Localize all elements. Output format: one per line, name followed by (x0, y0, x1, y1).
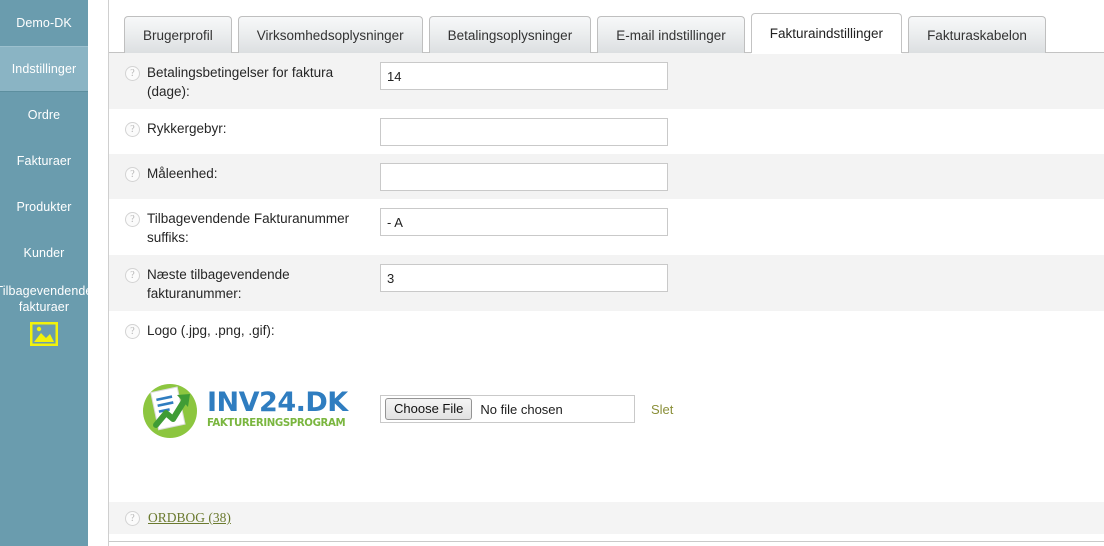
sidebar-item-demo-dk[interactable]: Demo-DK (0, 0, 88, 46)
help-icon[interactable]: ? (125, 167, 140, 182)
form-row-logo-label: ? Logo (.jpg, .png, .gif): (109, 311, 1104, 349)
form-label-cell: ? Næste tilbagevendende fakturanummer: (125, 263, 380, 303)
sidebar-item-tilbagevendende-fakturaer[interactable]: Tilbagevendende fakturaer (0, 276, 92, 322)
tab-bar: Brugerprofil Virksomhedsoplysninger Beta… (109, 0, 1104, 54)
logo-preview: INV24.DK FAKTURERINGSPROGRAM (125, 378, 380, 440)
logo-upload-row: INV24.DK FAKTURERINGSPROGRAM Choose File… (109, 349, 1104, 469)
next-recurring-invoice-number-input[interactable] (380, 264, 668, 292)
sidebar-item-label: Indstillinger (11, 61, 77, 76)
payment-terms-days-input[interactable] (380, 62, 668, 90)
form-label: Betalingsbetingelser for faktura (dage): (147, 65, 334, 99)
form-label-cell: ? Betalingsbetingelser for faktura (dage… (125, 61, 380, 101)
tab-label: Betalingsoplysninger (447, 27, 573, 43)
recurring-invoice-suffix-input[interactable] (380, 208, 668, 236)
form-label: Måleenhed: (147, 166, 218, 181)
tab-brugerprofil[interactable]: Brugerprofil (124, 16, 232, 53)
sidebar-item-label: Produkter (16, 199, 72, 214)
form-label-cell: ? Tilbagevendende Fakturanummer suffiks: (125, 207, 380, 247)
tab-label: E-mail indstillinger (616, 27, 726, 43)
sidebar-item-label: Fakturaer (16, 153, 72, 168)
unit-of-measure-input[interactable] (380, 163, 668, 191)
sidebar-item-label: Kunder (23, 245, 65, 260)
help-icon[interactable]: ? (125, 66, 140, 81)
tab-fakturaskabelon[interactable]: Fakturaskabelon (908, 16, 1046, 53)
form-label: Tilbagevendende Fakturanummer suffiks: (147, 211, 350, 245)
sidebar: Demo-DK Indstillinger Ordre Fakturaer Pr… (0, 0, 92, 546)
form-row-recurring-invoice-suffix: ? Tilbagevendende Fakturanummer suffiks: (109, 199, 1104, 255)
form-row-next-recurring-invoice-number: ? Næste tilbagevendende fakturanummer: (109, 255, 1104, 311)
form-label: Rykkergebyr: (147, 121, 227, 136)
sidebar-item-indstillinger[interactable]: Indstillinger (0, 46, 88, 92)
form-row-payment-terms: ? Betalingsbetingelser for faktura (dage… (109, 53, 1104, 109)
form-label-cell: ? Måleenhed: (125, 162, 380, 183)
logo-subtitle: FAKTURERINGSPROGRAM (207, 417, 346, 429)
sidebar-item-label: Tilbagevendende fakturaer (0, 284, 93, 314)
file-input-wrapper[interactable]: Choose File No file chosen (380, 395, 635, 423)
reminder-fee-input[interactable] (380, 118, 668, 146)
help-icon[interactable]: ? (125, 212, 140, 227)
sidebar-item-label: Ordre (27, 107, 61, 122)
sidebar-item-label: Demo-DK (16, 15, 72, 30)
broken-image-icon (0, 322, 88, 346)
form-label-cell: ? Rykkergebyr: (125, 117, 380, 138)
form-row-reminder-fee: ? Rykkergebyr: (109, 109, 1104, 154)
file-status-text: No file chosen (480, 401, 563, 417)
ordbog-row: ? ORDBOG (38) (109, 502, 1104, 534)
inv24-logo: INV24.DK FAKTURERINGSPROGRAM (139, 378, 350, 440)
logo-wordmark: INV24.DK FAKTURERINGSPROGRAM (207, 387, 350, 430)
help-icon[interactable]: ? (125, 122, 140, 137)
tab-label: Virksomhedsoplysninger (256, 27, 404, 43)
form-field-cell (380, 263, 1104, 292)
form-label: Næste tilbagevendende fakturanummer: (147, 267, 290, 301)
logo-graphic-icon (139, 378, 201, 440)
delete-logo-link[interactable]: Slet (651, 402, 673, 417)
help-icon[interactable]: ? (125, 324, 140, 339)
tab-email-indstillinger[interactable]: E-mail indstillinger (597, 16, 745, 53)
tab-betalingsoplysninger[interactable]: Betalingsoplysninger (428, 16, 592, 53)
choose-file-button[interactable]: Choose File (385, 398, 473, 420)
sidebar-item-ordre[interactable]: Ordre (0, 92, 88, 138)
form-field-cell (380, 207, 1104, 236)
form-field-cell (380, 117, 1104, 146)
tab-label: Brugerprofil (143, 27, 213, 43)
form-field-cell (380, 61, 1104, 90)
help-icon[interactable]: ? (125, 510, 140, 526)
tab-label: Fakturaindstillinger (769, 26, 884, 41)
logo-title: INV24.DK (207, 387, 348, 418)
tab-virksomhedsoplysninger[interactable]: Virksomhedsoplysninger (237, 16, 423, 53)
form-field-cell (380, 162, 1104, 191)
help-icon[interactable]: ? (125, 268, 140, 283)
logo-file-upload: Choose File No file chosen Slet (380, 395, 673, 423)
invoice-settings-form: ? Betalingsbetingelser for faktura (dage… (109, 53, 1104, 469)
app-window: Demo-DK Indstillinger Ordre Fakturaer Pr… (0, 0, 1104, 546)
form-label-cell: ? Logo (.jpg, .png, .gif): (125, 319, 380, 340)
main-content-panel: Brugerprofil Virksomhedsoplysninger Beta… (108, 0, 1104, 546)
footer-divider (109, 541, 1104, 542)
sidebar-content-gap (88, 0, 108, 546)
ordbog-link[interactable]: ORDBOG (38) (148, 510, 231, 526)
form-row-unit-of-measure: ? Måleenhed: (109, 154, 1104, 199)
form-label: Logo (.jpg, .png, .gif): (147, 323, 275, 338)
sidebar-item-produkter[interactable]: Produkter (0, 184, 88, 230)
tab-label: Fakturaskabelon (927, 27, 1027, 43)
sidebar-item-kunder[interactable]: Kunder (0, 230, 88, 276)
sidebar-item-fakturaer[interactable]: Fakturaer (0, 138, 88, 184)
tab-fakturaindstillinger[interactable]: Fakturaindstillinger (750, 13, 903, 54)
form-field-cell (380, 319, 1104, 320)
